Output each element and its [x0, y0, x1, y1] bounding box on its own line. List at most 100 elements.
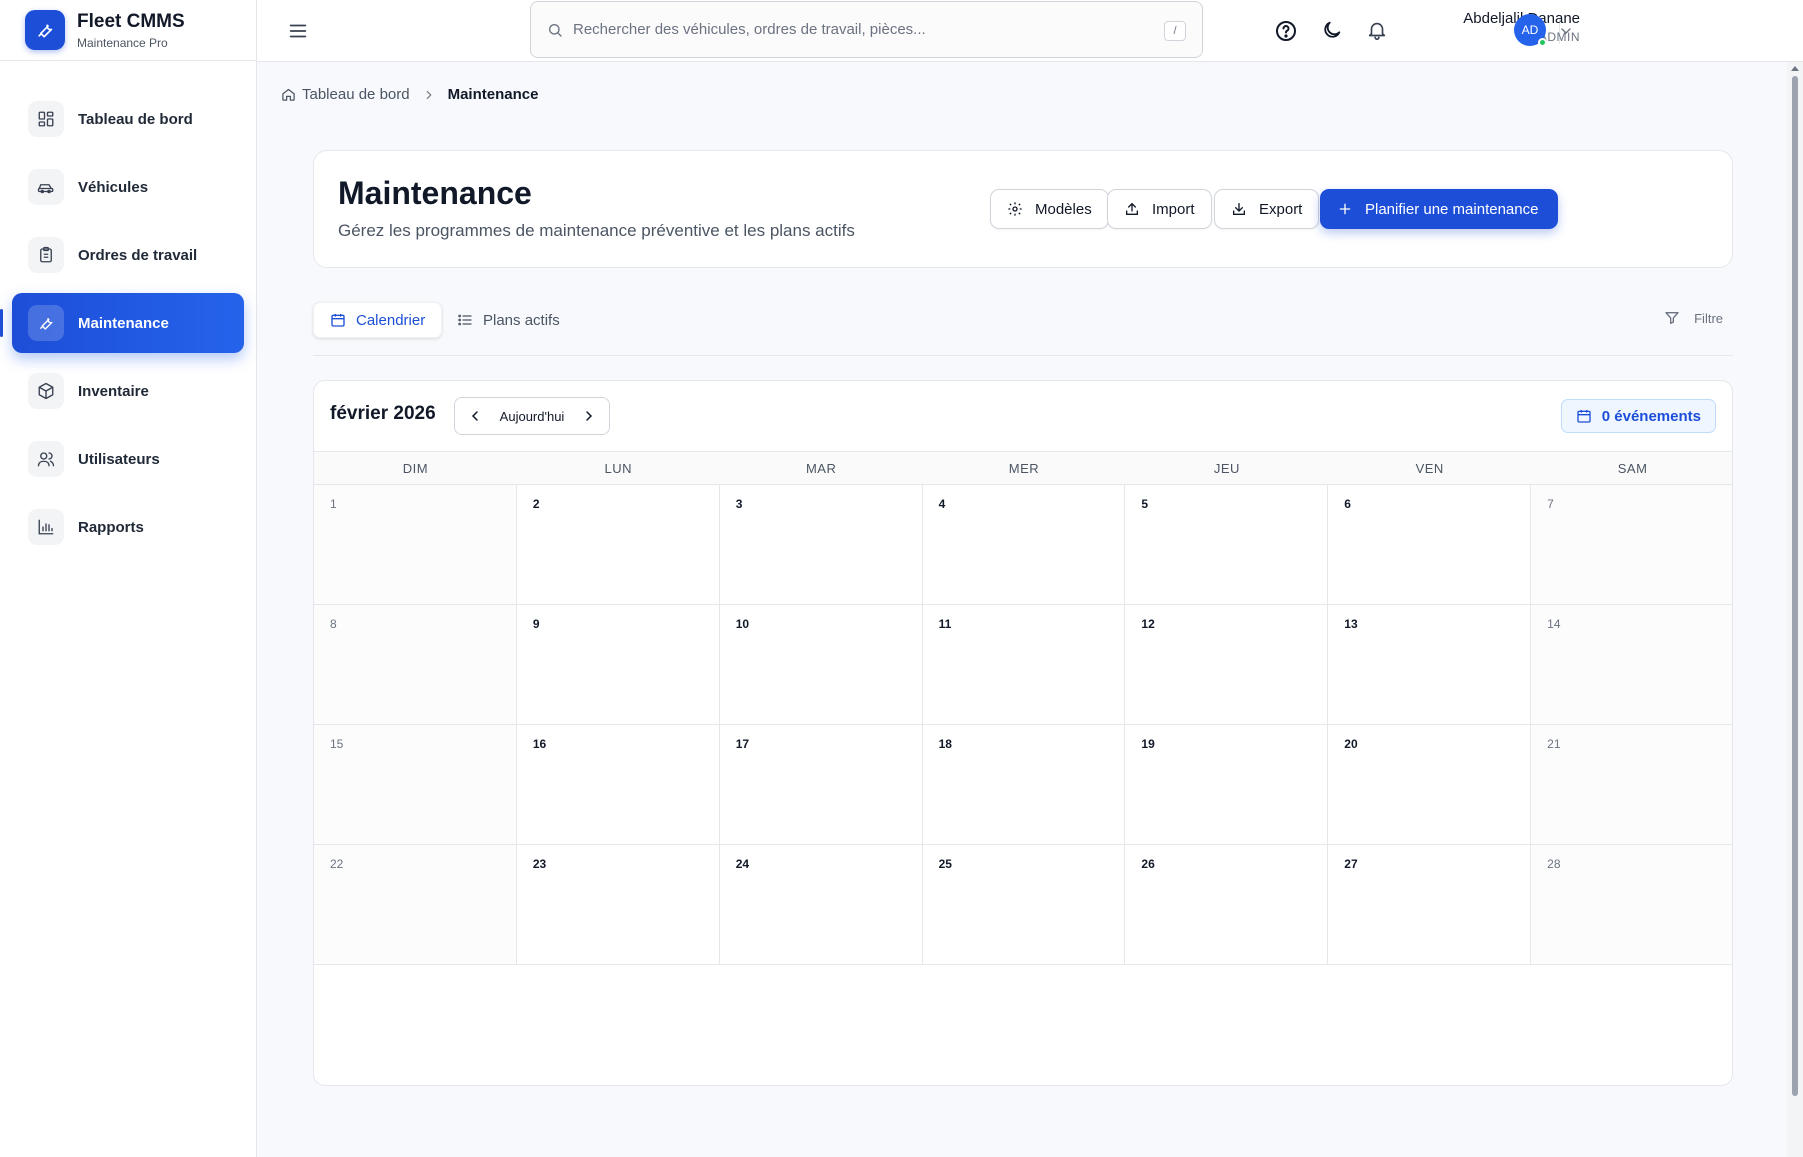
calendar-month-label: février 2026	[330, 403, 436, 424]
tab-calendar[interactable]: Calendrier	[313, 302, 443, 338]
calendar-icon	[1577, 410, 1591, 423]
calendar-day-cell[interactable]: 5	[1125, 485, 1329, 605]
calendar-day-cell[interactable]: 25	[922, 845, 1126, 965]
sidebar-item-maintenance[interactable]: Maintenance	[0, 293, 244, 353]
calendar-day-cell[interactable]: 18	[922, 725, 1126, 845]
sidebar-item-inventory[interactable]: Inventaire	[12, 361, 244, 421]
users-icon	[28, 441, 64, 477]
import-button-label: Import	[1152, 200, 1195, 218]
sidebar-item-reports[interactable]: Rapports	[12, 497, 244, 557]
calendar-day-cell[interactable]: 28	[1531, 845, 1732, 965]
calendar-day-cell[interactable]: 3	[719, 485, 923, 605]
calendar-day-cell[interactable]: 20	[1328, 725, 1532, 845]
bar-chart-icon	[28, 509, 64, 545]
import-button[interactable]: Import	[1107, 189, 1212, 229]
plus-icon	[1339, 203, 1351, 215]
sidebar-item-label: Ordres de travail	[78, 246, 198, 264]
calendar-icon	[331, 314, 345, 327]
help-icon[interactable]	[1274, 19, 1298, 43]
calendar-day-cell[interactable]: 15	[314, 725, 517, 845]
calendar-day-cell[interactable]: 9	[516, 605, 720, 725]
bell-icon[interactable]	[1366, 19, 1390, 43]
scroll-up-arrow[interactable]	[1791, 66, 1799, 71]
today-button[interactable]: Aujourd'hui	[500, 409, 565, 424]
templates-button[interactable]: Modèles	[990, 189, 1109, 229]
tab-active-plans-label: Plans actifs	[483, 311, 560, 329]
calendar-day-cell[interactable]: 14	[1531, 605, 1732, 725]
calendar-day-cell[interactable]: 10	[719, 605, 923, 725]
list-icon	[458, 314, 472, 326]
home-icon[interactable]	[281, 87, 296, 102]
calendar-day-cell[interactable]: 11	[922, 605, 1126, 725]
weekday-label: SAM	[1617, 460, 1648, 476]
sidebar-item-label: Maintenance	[78, 314, 169, 332]
chevron-down-icon[interactable]	[1558, 23, 1574, 39]
sidebar-item-dashboard[interactable]: Tableau de bord	[12, 89, 244, 149]
calendar: février 2026 Aujourd'hui 0 événements DI…	[313, 380, 1733, 1086]
search-icon	[549, 23, 562, 37]
brand-title: Fleet CMMS	[77, 10, 185, 32]
calendar-day-cell[interactable]: 22	[314, 845, 517, 965]
calendar-day-cell[interactable]: 27	[1328, 845, 1532, 965]
breadcrumb-home[interactable]: Tableau de bord	[302, 86, 410, 103]
calendar-day-cell[interactable]: 13	[1328, 605, 1532, 725]
gear-icon	[1008, 202, 1022, 216]
main-content: Tableau de bord Maintenance Maintenance …	[257, 62, 1765, 1157]
online-status-dot	[1538, 38, 1547, 47]
calendar-day-cell[interactable]: 6	[1328, 485, 1532, 605]
menu-icon[interactable]	[287, 20, 309, 42]
calendar-navigation: Aujourd'hui	[454, 397, 610, 435]
filter-button[interactable]: Filtre	[1664, 310, 1723, 326]
calendar-day-cell[interactable]: 12	[1125, 605, 1329, 725]
user-name: Abdeljalil Danane	[1463, 10, 1580, 27]
search-box: /	[530, 1, 1203, 58]
calendar-day-cell[interactable]: 23	[516, 845, 720, 965]
search-input[interactable]	[573, 21, 1133, 38]
weekday-label: JEU	[1213, 460, 1240, 476]
calendar-day-cell[interactable]: 24	[719, 845, 923, 965]
dashboard-icon	[28, 101, 64, 137]
events-count-badge[interactable]: 0 événements	[1560, 399, 1716, 433]
breadcrumb-current: Maintenance	[447, 86, 539, 103]
view-tabs: Calendrier Plans actifs Filtre	[313, 302, 1733, 356]
schedule-maintenance-button[interactable]: Planifier une maintenance	[1320, 189, 1558, 229]
page-title: Maintenance	[338, 175, 532, 211]
chevron-left-icon[interactable]	[467, 408, 483, 424]
templates-button-label: Modèles	[1035, 200, 1092, 218]
calendar-day-cell[interactable]: 4	[922, 485, 1126, 605]
export-button[interactable]: Export	[1214, 189, 1320, 229]
user-info[interactable]: Abdeljalil Danane ADMIN	[1400, 10, 1580, 44]
calendar-day-cell[interactable]: 19	[1125, 725, 1329, 845]
upload-icon	[1126, 202, 1138, 215]
sidebar-item-label: Utilisateurs	[78, 450, 160, 468]
calendar-day-cell[interactable]: 17	[719, 725, 923, 845]
weekday-label: MER	[1008, 460, 1040, 476]
scrollbar-thumb[interactable]	[1792, 76, 1798, 1096]
active-indicator	[0, 309, 3, 337]
user-role: ADMIN	[1538, 30, 1580, 44]
tab-calendar-label: Calendrier	[356, 311, 426, 329]
tab-active-plans[interactable]: Plans actifs	[441, 302, 576, 338]
box-icon	[28, 373, 64, 409]
calendar-day-cell[interactable]: 21	[1531, 725, 1732, 845]
wrench-icon	[28, 305, 64, 341]
calendar-day-cell[interactable]: 2	[516, 485, 720, 605]
chevron-right-icon[interactable]	[581, 408, 597, 424]
brand: Fleet CMMS Maintenance Pro	[0, 0, 256, 61]
weekday-header: DIM LUN MAR MER JEU VEN SAM	[314, 451, 1732, 485]
sidebar-item-label: Tableau de bord	[78, 110, 193, 128]
page-subtitle: Gérez les programmes de maintenance prév…	[338, 221, 855, 240]
sidebar-nav: Tableau de bord Véhicules Ordres de trav…	[0, 61, 256, 557]
sidebar-item-vehicles[interactable]: Véhicules	[12, 157, 244, 217]
calendar-day-cell[interactable]: 1	[314, 485, 517, 605]
calendar-day-cell[interactable]: 16	[516, 725, 720, 845]
sidebar-item-work-orders[interactable]: Ordres de travail	[12, 225, 244, 285]
calendar-day-cell[interactable]: 26	[1125, 845, 1329, 965]
wrench-logo-icon[interactable]	[25, 10, 65, 50]
scrollbar[interactable]	[1787, 62, 1803, 1157]
sidebar-item-label: Inventaire	[78, 382, 149, 400]
calendar-day-cell[interactable]: 8	[314, 605, 517, 725]
sidebar-item-users[interactable]: Utilisateurs	[12, 429, 244, 489]
calendar-day-cell[interactable]: 7	[1531, 485, 1732, 605]
moon-icon[interactable]	[1321, 19, 1345, 43]
